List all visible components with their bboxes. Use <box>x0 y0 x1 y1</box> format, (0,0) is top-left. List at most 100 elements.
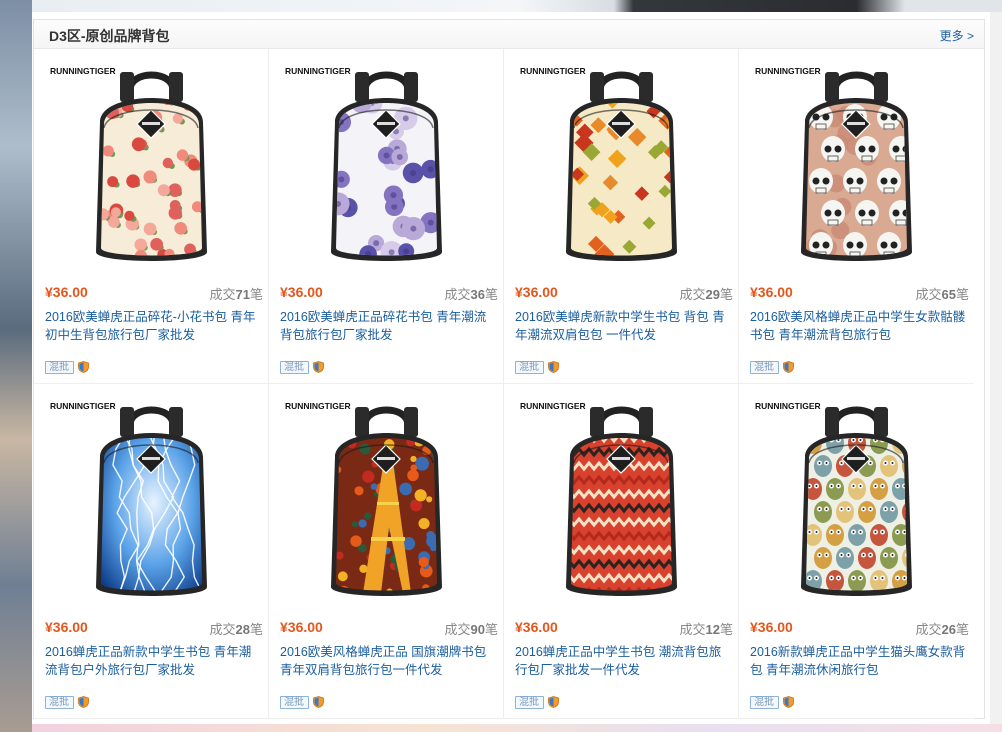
product-tags: 混批 <box>45 695 89 709</box>
more-link[interactable]: 更多 > <box>940 27 974 44</box>
section-title: D3区-原创品牌背包 <box>49 28 170 44</box>
product-tags: 混批 <box>515 360 559 374</box>
sales-prefix: 成交 <box>679 287 706 302</box>
sales-suffix: 笔 <box>249 287 263 302</box>
mixed-wholesale-badge[interactable]: 混批 <box>750 695 779 709</box>
section-header: D3区-原创品牌背包 更多 > <box>34 20 984 49</box>
product-grid: RUNNINGTIGER ¥36.00 成交71笔 2016欧美蝉虎正品碎花-小… <box>34 49 984 719</box>
sales-number: 36 <box>470 287 485 302</box>
sales-prefix: 成交 <box>915 622 942 637</box>
shield-icon <box>783 696 794 708</box>
product-title-link[interactable]: 2016欧美风格蝉虎正品中学生女款骷髅书包 青年潮流背包旅行包 <box>750 308 968 344</box>
product-image[interactable]: RUNNINGTIGER <box>44 62 259 276</box>
background-right-edge <box>990 12 1002 724</box>
shield-icon <box>313 696 324 708</box>
sales-prefix: 成交 <box>679 622 706 637</box>
sales-number: 71 <box>235 287 250 302</box>
product-price: ¥36.00 <box>750 619 793 635</box>
product-card[interactable]: RUNNINGTIGER ¥36.00 成交65笔 2016欧美风格蝉虎正品中学… <box>739 49 974 384</box>
shield-icon <box>313 361 324 373</box>
mixed-wholesale-badge[interactable]: 混批 <box>45 695 74 709</box>
product-title-link[interactable]: 2016欧美蝉虎正品碎花书包 青年潮流背包旅行包厂家批发 <box>280 308 498 344</box>
sales-count: 成交90笔 <box>445 619 499 638</box>
mixed-wholesale-badge[interactable]: 混批 <box>515 695 544 709</box>
shield-icon <box>78 361 89 373</box>
product-title-link[interactable]: 2016蝉虎正品中学生书包 潮流背包旅行包厂家批发一件代发 <box>515 643 733 679</box>
product-title-link[interactable]: 2016欧美风格蝉虎正品 国旗潮牌书包 青年双肩背包旅行包一件代发 <box>280 643 498 679</box>
brand-logo-text: RUNNINGTIGER <box>50 66 116 76</box>
shield-icon <box>548 361 559 373</box>
sales-number: 28 <box>235 622 250 637</box>
product-price: ¥36.00 <box>280 619 323 635</box>
product-tags: 混批 <box>750 695 794 709</box>
mixed-wholesale-badge[interactable]: 混批 <box>515 360 544 374</box>
brand-logo-text: RUNNINGTIGER <box>285 401 351 411</box>
product-price: ¥36.00 <box>515 619 558 635</box>
brand-logo-text: RUNNINGTIGER <box>520 401 586 411</box>
product-card[interactable]: RUNNINGTIGER ¥36.00 成交28笔 2016蝉虎正品新款中学生书… <box>34 384 269 719</box>
product-title-link[interactable]: 2016蝉虎正品新款中学生书包 青年潮流背包户外旅行包厂家批发 <box>45 643 263 679</box>
product-title-link[interactable]: 2016欧美蝉虎正品碎花-小花书包 青年初中生背包旅行包厂家批发 <box>45 308 263 344</box>
brand-logo-text: RUNNINGTIGER <box>755 401 821 411</box>
sales-number: 65 <box>941 287 956 302</box>
sales-suffix: 笔 <box>484 287 498 302</box>
product-card[interactable]: RUNNINGTIGER ¥36.00 成交90笔 2016欧美风格蝉虎正品 国… <box>269 384 504 719</box>
product-price: ¥36.00 <box>45 619 88 635</box>
sales-suffix: 笔 <box>955 622 969 637</box>
brand-logo-text: RUNNINGTIGER <box>50 401 116 411</box>
shield-icon <box>78 696 89 708</box>
product-tags: 混批 <box>750 360 794 374</box>
product-tags: 混批 <box>280 360 324 374</box>
sales-suffix: 笔 <box>484 622 498 637</box>
sales-number: 12 <box>705 622 720 637</box>
sales-number: 90 <box>470 622 485 637</box>
shield-icon <box>548 696 559 708</box>
product-card[interactable]: RUNNINGTIGER ¥36.00 成交29笔 2016欧美蝉虎新款中学生书… <box>504 49 739 384</box>
mixed-wholesale-badge[interactable]: 混批 <box>280 360 309 374</box>
product-price: ¥36.00 <box>515 284 558 300</box>
sales-suffix: 笔 <box>249 622 263 637</box>
shield-icon <box>783 361 794 373</box>
sales-count: 成交12笔 <box>680 619 734 638</box>
product-tags: 混批 <box>280 695 324 709</box>
product-price: ¥36.00 <box>750 284 793 300</box>
brand-logo-text: RUNNINGTIGER <box>755 66 821 76</box>
sales-count: 成交71笔 <box>210 284 264 303</box>
product-price: ¥36.00 <box>280 284 323 300</box>
sales-count: 成交28笔 <box>210 619 264 638</box>
product-tags: 混批 <box>515 695 559 709</box>
product-image[interactable]: RUNNINGTIGER <box>514 62 729 276</box>
product-image[interactable]: RUNNINGTIGER <box>279 62 494 276</box>
sales-suffix: 笔 <box>955 287 969 302</box>
background-banner-bottom <box>32 724 1002 732</box>
product-card[interactable]: RUNNINGTIGER ¥36.00 成交71笔 2016欧美蝉虎正品碎花-小… <box>34 49 269 384</box>
mixed-wholesale-badge[interactable]: 混批 <box>280 695 309 709</box>
sales-prefix: 成交 <box>915 287 942 302</box>
product-image[interactable]: RUNNINGTIGER <box>749 397 964 611</box>
product-title-link[interactable]: 2016欧美蝉虎新款中学生书包 背包 青年潮流双肩包包 一件代发 <box>515 308 733 344</box>
sales-prefix: 成交 <box>444 622 471 637</box>
sales-count: 成交36笔 <box>445 284 499 303</box>
sales-number: 29 <box>705 287 720 302</box>
product-section-panel: D3区-原创品牌背包 更多 > RUNNINGTIGER ¥36.00 成交71… <box>33 19 985 719</box>
sales-suffix: 笔 <box>719 622 733 637</box>
mixed-wholesale-badge[interactable]: 混批 <box>45 360 74 374</box>
product-image[interactable]: RUNNINGTIGER <box>44 397 259 611</box>
product-title-link[interactable]: 2016新款蝉虎正品中学生猫头鹰女款背包 青年潮流休闲旅行包 <box>750 643 968 679</box>
sales-suffix: 笔 <box>719 287 733 302</box>
brand-logo-text: RUNNINGTIGER <box>520 66 586 76</box>
product-tags: 混批 <box>45 360 89 374</box>
product-card[interactable]: RUNNINGTIGER ¥36.00 成交36笔 2016欧美蝉虎正品碎花书包… <box>269 49 504 384</box>
sales-prefix: 成交 <box>209 287 236 302</box>
background-photo-left <box>0 0 32 732</box>
product-card[interactable]: RUNNINGTIGER ¥36.00 成交12笔 2016蝉虎正品中学生书包 … <box>504 384 739 719</box>
mixed-wholesale-badge[interactable]: 混批 <box>750 360 779 374</box>
product-image[interactable]: RUNNINGTIGER <box>279 397 494 611</box>
sales-count: 成交26笔 <box>916 619 970 638</box>
brand-logo-text: RUNNINGTIGER <box>285 66 351 76</box>
sales-count: 成交29笔 <box>680 284 734 303</box>
background-banner-top <box>32 0 1002 12</box>
product-card[interactable]: RUNNINGTIGER ¥36.00 成交26笔 2016新款蝉虎正品中学生猫… <box>739 384 974 719</box>
product-image[interactable]: RUNNINGTIGER <box>749 62 964 276</box>
product-image[interactable]: RUNNINGTIGER <box>514 397 729 611</box>
